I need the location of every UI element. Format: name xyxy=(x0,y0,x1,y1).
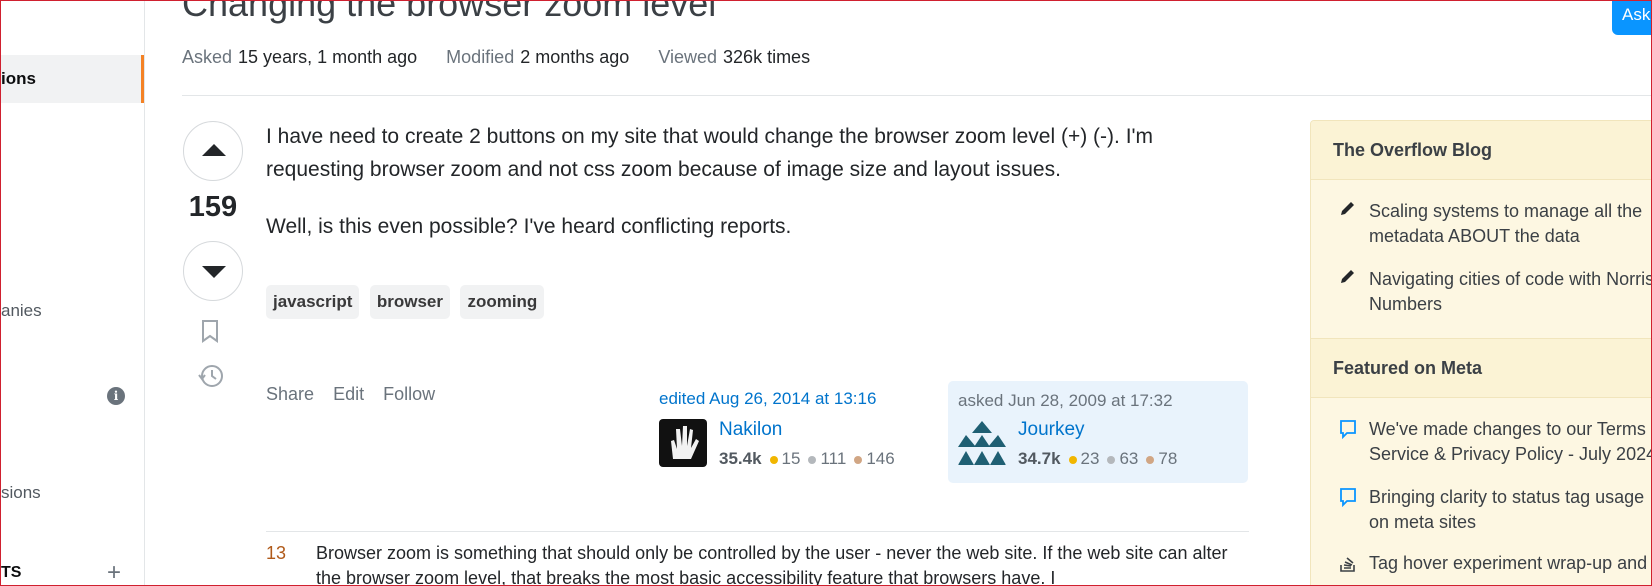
question-body: I have need to create 2 buttons on my si… xyxy=(266,120,1246,267)
silver-badge-icon xyxy=(1107,455,1116,464)
comment-bubble-icon xyxy=(1339,419,1357,444)
asked-value: 15 years, 1 month ago xyxy=(238,47,418,67)
gold-badge-icon xyxy=(769,455,778,464)
tag-zooming[interactable]: zooming xyxy=(460,285,545,319)
meta-item[interactable]: Tag hover experiment wrap-up and xyxy=(1369,551,1651,576)
upvote-button[interactable] xyxy=(183,121,243,181)
reputation-score: 34.7k xyxy=(1018,449,1061,468)
nav-item-label: TS xyxy=(1,564,22,581)
bronze-badge-icon xyxy=(1146,455,1155,464)
asked-timestamp: asked Jun 28, 2009 at 17:32 xyxy=(958,391,1173,410)
downvote-button[interactable] xyxy=(183,241,243,301)
arrow-down-icon xyxy=(202,266,226,278)
silver-badge-count: 111 xyxy=(820,449,847,468)
avatar[interactable] xyxy=(659,419,707,467)
nav-item-discussions[interactable]: sions xyxy=(1,483,144,503)
info-icon[interactable]: i xyxy=(107,387,125,405)
avatar[interactable] xyxy=(958,419,1006,467)
asked-label: Asked xyxy=(182,47,233,67)
nav-item-label: anies xyxy=(1,301,42,320)
editor-card: edited Aug 26, 2014 at 13:16 Nakilon 35.… xyxy=(659,383,939,479)
bookmark-icon[interactable] xyxy=(200,319,220,348)
vote-count: 159 xyxy=(188,191,238,223)
comment-bubble-icon xyxy=(1339,487,1357,512)
blog-header: The Overflow Blog xyxy=(1311,121,1651,180)
nav-item-companies[interactable]: anies xyxy=(1,301,144,321)
reputation-score: 35.4k xyxy=(719,449,762,468)
blog-item[interactable]: Scaling systems to manage all the metada… xyxy=(1369,199,1651,249)
tag-javascript[interactable]: javascript xyxy=(266,285,360,319)
nav-item-teams[interactable]: TS xyxy=(1,564,144,582)
silver-badge-icon xyxy=(808,455,817,464)
meta-header: Featured on Meta xyxy=(1311,338,1651,398)
asker-card: asked Jun 28, 2009 at 17:32 Jourkey 34.7… xyxy=(948,381,1248,483)
bronze-badge-icon xyxy=(854,455,863,464)
asker-reputation: 34.7k 23 63 78 xyxy=(1018,449,1185,469)
nav-item-label: sions xyxy=(1,483,41,502)
viewed-label: Viewed xyxy=(658,47,718,67)
post-menu: Share Edit Follow xyxy=(266,384,449,405)
arrow-up-icon xyxy=(202,144,226,156)
page-frame: ions anies i sions TS + Changing the bro… xyxy=(0,0,1652,586)
bronze-badge-count: 78 xyxy=(1158,449,1178,468)
modified-value[interactable]: 2 months ago xyxy=(520,47,629,67)
viewed-value: 326k times xyxy=(723,47,811,67)
question-meta: Asked 15 years, 1 month ago Modified 2 mon… xyxy=(182,47,834,68)
pencil-icon xyxy=(1339,199,1357,222)
bronze-badge-count: 146 xyxy=(866,449,895,468)
pencil-icon xyxy=(1339,267,1357,290)
follow-link[interactable]: Follow xyxy=(383,384,435,404)
meta-item[interactable]: We've made changes to our Terms of Servi… xyxy=(1369,417,1651,467)
ask-question-button[interactable]: Ask xyxy=(1612,1,1651,35)
comment-divider xyxy=(266,531,1249,532)
editor-reputation: 35.4k 15 111 146 xyxy=(719,449,903,469)
stack-overflow-icon xyxy=(1339,553,1357,578)
nav-item-questions[interactable]: ions xyxy=(1,55,144,103)
comment-score: 13 xyxy=(266,543,287,563)
edited-timestamp[interactable]: edited Aug 26, 2014 at 13:16 xyxy=(659,389,876,409)
blog-item[interactable]: Navigating cities of code with Norris Nu… xyxy=(1369,267,1651,317)
history-icon[interactable] xyxy=(197,363,225,394)
header-divider xyxy=(182,95,1651,96)
edit-link[interactable]: Edit xyxy=(333,384,364,404)
question-title[interactable]: Changing the browser zoom level xyxy=(182,1,716,25)
share-link[interactable]: Share xyxy=(266,384,314,404)
asker-name[interactable]: Jourkey xyxy=(1018,419,1085,441)
meta-item[interactable]: Bringing clarity to status tag usage on … xyxy=(1369,485,1651,535)
gold-badge-count: 15 xyxy=(781,449,801,468)
editor-name[interactable]: Nakilon xyxy=(719,419,782,441)
left-sidebar: ions anies i sions TS + xyxy=(1,1,145,585)
modified-label: Modified xyxy=(446,47,515,67)
nav-item-label: ions xyxy=(1,69,36,88)
body-paragraph: Well, is this even possible? I've heard … xyxy=(266,215,792,238)
overflow-blog-widget: The Overflow Blog Scaling systems to man… xyxy=(1310,120,1651,585)
tag-list: javascript browser zooming xyxy=(266,285,550,319)
gold-badge-count: 23 xyxy=(1080,449,1100,468)
silver-badge-count: 63 xyxy=(1119,449,1139,468)
gold-badge-icon xyxy=(1068,455,1077,464)
comment-text: Browser zoom is something that should on… xyxy=(316,543,1228,586)
body-paragraph: I have need to create 2 buttons on my si… xyxy=(266,125,1154,181)
plus-icon[interactable]: + xyxy=(107,561,121,585)
tag-browser[interactable]: browser xyxy=(369,285,450,319)
